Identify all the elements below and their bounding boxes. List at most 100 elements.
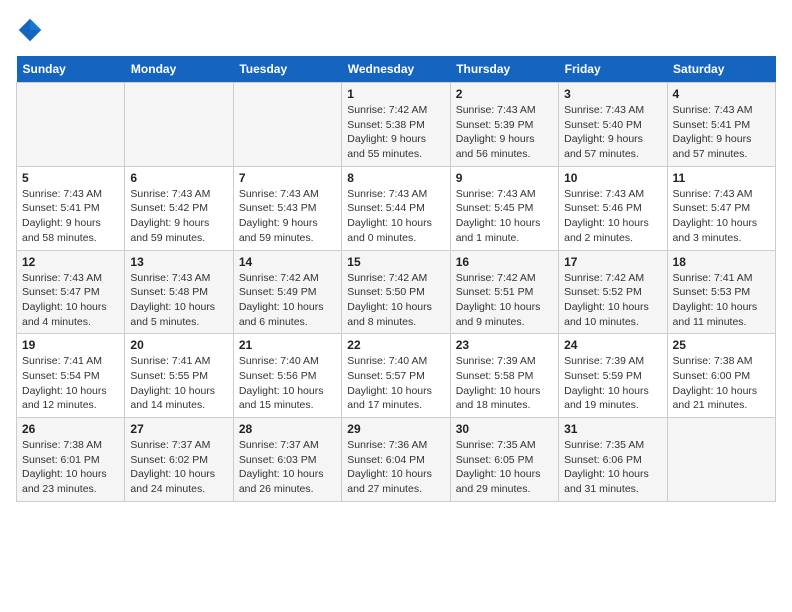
day-number: 9 — [456, 171, 553, 185]
day-number: 27 — [130, 422, 227, 436]
day-info: Sunrise: 7:35 AM Sunset: 6:06 PM Dayligh… — [564, 438, 661, 497]
day-number: 17 — [564, 255, 661, 269]
calendar-cell: 28 Sunrise: 7:37 AM Sunset: 6:03 PM Dayli… — [233, 418, 341, 502]
day-number: 3 — [564, 87, 661, 101]
day-number: 25 — [673, 338, 770, 352]
weekday-header-row: SundayMondayTuesdayWednesdayThursdayFrid… — [17, 56, 776, 83]
day-info: Sunrise: 7:43 AM Sunset: 5:47 PM Dayligh… — [673, 187, 770, 246]
weekday-header-monday: Monday — [125, 56, 233, 83]
page-header — [16, 16, 776, 44]
day-info: Sunrise: 7:37 AM Sunset: 6:02 PM Dayligh… — [130, 438, 227, 497]
calendar-cell: 22 Sunrise: 7:40 AM Sunset: 5:57 PM Dayli… — [342, 334, 450, 418]
calendar-cell: 31 Sunrise: 7:35 AM Sunset: 6:06 PM Dayli… — [559, 418, 667, 502]
calendar-cell: 12 Sunrise: 7:43 AM Sunset: 5:47 PM Dayli… — [17, 250, 125, 334]
day-info: Sunrise: 7:43 AM Sunset: 5:41 PM Dayligh… — [22, 187, 119, 246]
calendar-cell: 3 Sunrise: 7:43 AM Sunset: 5:40 PM Daylig… — [559, 83, 667, 167]
day-number: 31 — [564, 422, 661, 436]
day-number: 16 — [456, 255, 553, 269]
weekday-header-tuesday: Tuesday — [233, 56, 341, 83]
day-info: Sunrise: 7:43 AM Sunset: 5:41 PM Dayligh… — [673, 103, 770, 162]
calendar-cell — [233, 83, 341, 167]
day-number: 1 — [347, 87, 444, 101]
day-number: 12 — [22, 255, 119, 269]
calendar-week-2: 5 Sunrise: 7:43 AM Sunset: 5:41 PM Daylig… — [17, 166, 776, 250]
day-number: 21 — [239, 338, 336, 352]
calendar-cell: 5 Sunrise: 7:43 AM Sunset: 5:41 PM Daylig… — [17, 166, 125, 250]
calendar-cell: 30 Sunrise: 7:35 AM Sunset: 6:05 PM Dayli… — [450, 418, 558, 502]
day-number: 7 — [239, 171, 336, 185]
day-info: Sunrise: 7:41 AM Sunset: 5:54 PM Dayligh… — [22, 354, 119, 413]
day-number: 22 — [347, 338, 444, 352]
day-info: Sunrise: 7:43 AM Sunset: 5:42 PM Dayligh… — [130, 187, 227, 246]
calendar-body: 1 Sunrise: 7:42 AM Sunset: 5:38 PM Daylig… — [17, 83, 776, 502]
day-number: 26 — [22, 422, 119, 436]
calendar-cell: 11 Sunrise: 7:43 AM Sunset: 5:47 PM Dayli… — [667, 166, 775, 250]
calendar-week-5: 26 Sunrise: 7:38 AM Sunset: 6:01 PM Dayli… — [17, 418, 776, 502]
day-info: Sunrise: 7:43 AM Sunset: 5:48 PM Dayligh… — [130, 271, 227, 330]
day-info: Sunrise: 7:43 AM Sunset: 5:46 PM Dayligh… — [564, 187, 661, 246]
calendar-cell: 1 Sunrise: 7:42 AM Sunset: 5:38 PM Daylig… — [342, 83, 450, 167]
day-info: Sunrise: 7:43 AM Sunset: 5:40 PM Dayligh… — [564, 103, 661, 162]
day-info: Sunrise: 7:42 AM Sunset: 5:38 PM Dayligh… — [347, 103, 444, 162]
calendar-cell: 10Sunrise: 7:43 AM Sunset: 5:46 PM Dayli… — [559, 166, 667, 250]
day-number: 18 — [673, 255, 770, 269]
day-info: Sunrise: 7:35 AM Sunset: 6:05 PM Dayligh… — [456, 438, 553, 497]
calendar-cell: 19 Sunrise: 7:41 AM Sunset: 5:54 PM Dayli… — [17, 334, 125, 418]
calendar-cell: 16 Sunrise: 7:42 AM Sunset: 5:51 PM Dayli… — [450, 250, 558, 334]
calendar-cell: 18 Sunrise: 7:41 AM Sunset: 5:53 PM Dayli… — [667, 250, 775, 334]
day-info: Sunrise: 7:38 AM Sunset: 6:01 PM Dayligh… — [22, 438, 119, 497]
day-info: Sunrise: 7:43 AM Sunset: 5:39 PM Dayligh… — [456, 103, 553, 162]
day-number: 13 — [130, 255, 227, 269]
calendar-cell: 15Sunrise: 7:42 AM Sunset: 5:50 PM Dayli… — [342, 250, 450, 334]
day-info: Sunrise: 7:42 AM Sunset: 5:51 PM Dayligh… — [456, 271, 553, 330]
day-info: Sunrise: 7:41 AM Sunset: 5:53 PM Dayligh… — [673, 271, 770, 330]
day-info: Sunrise: 7:39 AM Sunset: 5:59 PM Dayligh… — [564, 354, 661, 413]
calendar-week-4: 19 Sunrise: 7:41 AM Sunset: 5:54 PM Dayli… — [17, 334, 776, 418]
day-info: Sunrise: 7:43 AM Sunset: 5:47 PM Dayligh… — [22, 271, 119, 330]
day-info: Sunrise: 7:37 AM Sunset: 6:03 PM Dayligh… — [239, 438, 336, 497]
day-number: 30 — [456, 422, 553, 436]
day-number: 19 — [22, 338, 119, 352]
calendar-cell: 13 Sunrise: 7:43 AM Sunset: 5:48 PM Dayli… — [125, 250, 233, 334]
calendar-week-3: 12 Sunrise: 7:43 AM Sunset: 5:47 PM Dayli… — [17, 250, 776, 334]
day-number: 11 — [673, 171, 770, 185]
day-number: 15 — [347, 255, 444, 269]
day-number: 4 — [673, 87, 770, 101]
calendar-cell: 23Sunrise: 7:39 AM Sunset: 5:58 PM Dayli… — [450, 334, 558, 418]
calendar-cell: 4 Sunrise: 7:43 AM Sunset: 5:41 PM Daylig… — [667, 83, 775, 167]
calendar-table: SundayMondayTuesdayWednesdayThursdayFrid… — [16, 56, 776, 502]
day-info: Sunrise: 7:38 AM Sunset: 6:00 PM Dayligh… — [673, 354, 770, 413]
weekday-header-thursday: Thursday — [450, 56, 558, 83]
day-info: Sunrise: 7:43 AM Sunset: 5:45 PM Dayligh… — [456, 187, 553, 246]
day-info: Sunrise: 7:42 AM Sunset: 5:52 PM Dayligh… — [564, 271, 661, 330]
calendar-cell: 9 Sunrise: 7:43 AM Sunset: 5:45 PM Daylig… — [450, 166, 558, 250]
day-number: 28 — [239, 422, 336, 436]
day-info: Sunrise: 7:41 AM Sunset: 5:55 PM Dayligh… — [130, 354, 227, 413]
calendar-cell: 24Sunrise: 7:39 AM Sunset: 5:59 PM Dayli… — [559, 334, 667, 418]
calendar-week-1: 1 Sunrise: 7:42 AM Sunset: 5:38 PM Daylig… — [17, 83, 776, 167]
calendar-cell: 17 Sunrise: 7:42 AM Sunset: 5:52 PM Dayli… — [559, 250, 667, 334]
day-number: 14 — [239, 255, 336, 269]
day-number: 6 — [130, 171, 227, 185]
day-info: Sunrise: 7:42 AM Sunset: 5:49 PM Dayligh… — [239, 271, 336, 330]
day-number: 8 — [347, 171, 444, 185]
calendar-header: SundayMondayTuesdayWednesdayThursdayFrid… — [17, 56, 776, 83]
day-number: 2 — [456, 87, 553, 101]
day-info: Sunrise: 7:43 AM Sunset: 5:43 PM Dayligh… — [239, 187, 336, 246]
day-number: 5 — [22, 171, 119, 185]
calendar-cell: 7 Sunrise: 7:43 AM Sunset: 5:43 PM Daylig… — [233, 166, 341, 250]
weekday-header-sunday: Sunday — [17, 56, 125, 83]
calendar-cell: 2 Sunrise: 7:43 AM Sunset: 5:39 PM Daylig… — [450, 83, 558, 167]
calendar-cell: 26 Sunrise: 7:38 AM Sunset: 6:01 PM Dayli… — [17, 418, 125, 502]
day-number: 29 — [347, 422, 444, 436]
calendar-cell: 8 Sunrise: 7:43 AM Sunset: 5:44 PM Daylig… — [342, 166, 450, 250]
calendar-cell: 6 Sunrise: 7:43 AM Sunset: 5:42 PM Daylig… — [125, 166, 233, 250]
calendar-cell: 20Sunrise: 7:41 AM Sunset: 5:55 PM Dayli… — [125, 334, 233, 418]
calendar-cell: 14 Sunrise: 7:42 AM Sunset: 5:49 PM Dayli… — [233, 250, 341, 334]
day-info: Sunrise: 7:40 AM Sunset: 5:57 PM Dayligh… — [347, 354, 444, 413]
calendar-cell: 25 Sunrise: 7:38 AM Sunset: 6:00 PM Dayli… — [667, 334, 775, 418]
day-info: Sunrise: 7:39 AM Sunset: 5:58 PM Dayligh… — [456, 354, 553, 413]
day-info: Sunrise: 7:43 AM Sunset: 5:44 PM Dayligh… — [347, 187, 444, 246]
weekday-header-wednesday: Wednesday — [342, 56, 450, 83]
calendar-cell: 21Sunrise: 7:40 AM Sunset: 5:56 PM Dayli… — [233, 334, 341, 418]
